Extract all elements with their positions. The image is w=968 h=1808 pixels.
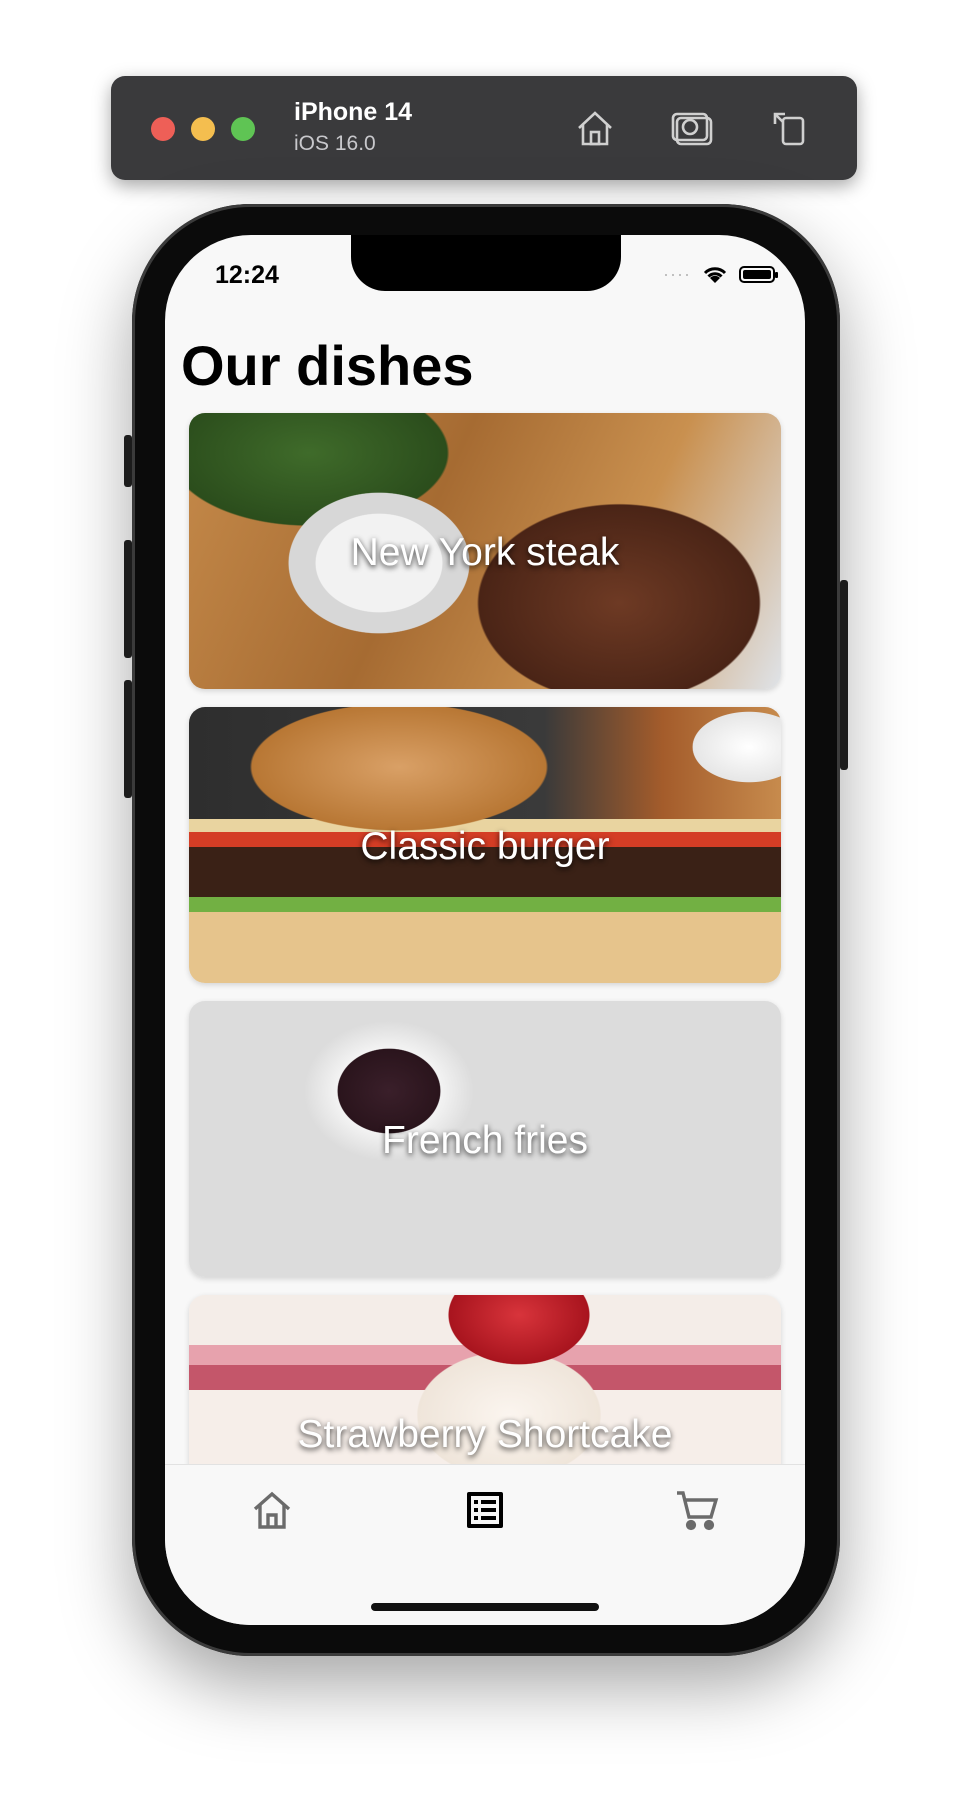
cellular-signal-icon: ···· [663, 263, 691, 284]
tab-home[interactable] [249, 1487, 295, 1533]
zoom-window-button[interactable] [231, 117, 255, 141]
notch [351, 235, 621, 291]
page-title: Our dishes [181, 334, 474, 397]
dish-list[interactable]: New York steak Classic burger French fri… [189, 413, 781, 1589]
list-icon [467, 1492, 503, 1528]
cart-icon [677, 1491, 719, 1531]
home-indicator[interactable] [371, 1603, 599, 1611]
power-button [840, 580, 848, 770]
os-version: iOS 16.0 [294, 132, 376, 155]
dish-name: Strawberry Shortcake [297, 1413, 673, 1456]
dish-name: French fries [382, 1119, 588, 1162]
rotate-icon [773, 112, 805, 146]
dish-name: Classic burger [360, 825, 610, 868]
volume-up-button [124, 540, 132, 658]
home-icon [578, 111, 612, 146]
simulator-screenshot-button[interactable] [669, 104, 717, 152]
tab-dishes[interactable] [462, 1487, 508, 1533]
tab-cart[interactable] [674, 1487, 720, 1533]
dish-name: New York steak [350, 531, 620, 574]
minimize-window-button[interactable] [191, 117, 215, 141]
simulator-home-button[interactable] [571, 104, 619, 152]
volume-down-button [124, 680, 132, 798]
battery-icon [739, 265, 778, 283]
simulator-rotate-button[interactable] [765, 104, 813, 152]
dish-card-fries[interactable]: French fries [189, 1001, 781, 1277]
close-window-button[interactable] [151, 117, 175, 141]
app-screen: 12:24 ···· Our dishes New York steak Cla… [165, 235, 805, 1625]
simulator-toolbar: iPhone 14 iOS 16.0 [111, 76, 857, 180]
dish-card-burger[interactable]: Classic burger [189, 707, 781, 983]
silent-switch [124, 435, 132, 487]
home-icon [253, 1491, 291, 1529]
status-time: 12:24 [215, 261, 279, 289]
device-name: iPhone 14 [294, 98, 413, 126]
status-icons: ···· [663, 263, 778, 285]
dish-card-steak[interactable]: New York steak [189, 413, 781, 689]
screenshot-icon [671, 112, 713, 146]
wifi-icon [703, 267, 727, 283]
tab-bar [165, 1464, 805, 1625]
